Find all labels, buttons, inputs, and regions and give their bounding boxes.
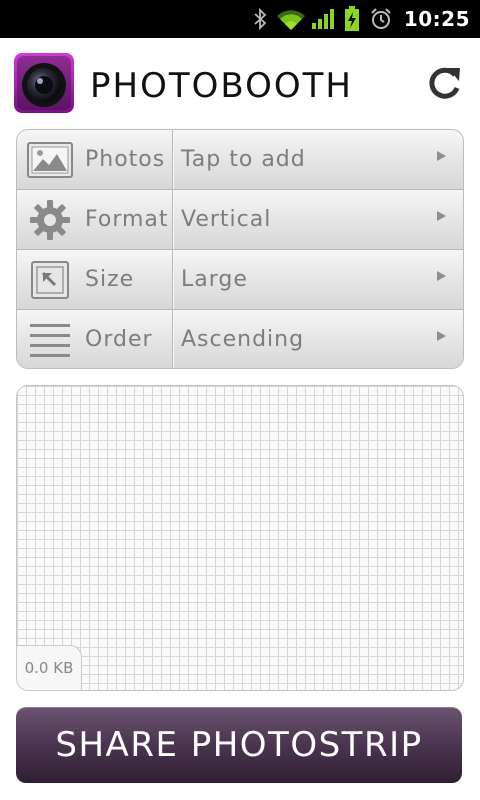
status-time: 10:25 <box>403 7 470 31</box>
photostrip-preview: 0.0 KB <box>16 385 464 691</box>
image-icon <box>27 140 73 180</box>
row-divider <box>172 190 173 249</box>
refresh-icon[interactable] <box>424 64 464 104</box>
signal-icon <box>308 0 338 38</box>
order-label: Order <box>85 327 153 352</box>
camera-lens-icon <box>14 53 74 113</box>
size-value: Large <box>181 267 248 292</box>
status-bar: 10:25 <box>0 0 480 38</box>
app-header: PHOTOBOOTH <box>0 38 480 128</box>
file-size-badge: 0.0 KB <box>17 645 82 690</box>
photos-row[interactable]: Photos Tap to add <box>17 130 463 190</box>
chevron-right-icon <box>437 271 446 281</box>
format-row[interactable]: Format Vertical <box>17 190 463 250</box>
row-divider <box>172 130 173 189</box>
format-value: Vertical <box>181 207 272 232</box>
share-photostrip-label: SHARE PHOTOSTRIP <box>55 725 423 765</box>
share-photostrip-button[interactable]: SHARE PHOTOSTRIP <box>16 707 462 783</box>
row-divider <box>172 310 173 368</box>
app-title: PHOTOBOOTH <box>90 66 353 106</box>
row-divider <box>172 250 173 309</box>
order-row[interactable]: Order Ascending <box>17 310 463 368</box>
size-row[interactable]: Size Large <box>17 250 463 310</box>
chevron-right-icon <box>437 331 446 341</box>
format-label: Format <box>85 207 169 232</box>
photos-label: Photos <box>85 147 166 172</box>
chevron-right-icon <box>437 211 446 221</box>
settings-panel: Photos Tap to add Format Vertical Size L… <box>16 129 464 369</box>
photos-value: Tap to add <box>181 147 306 172</box>
alarm-icon <box>366 0 396 38</box>
bluetooth-icon <box>246 0 274 38</box>
chevron-right-icon <box>437 151 446 161</box>
battery-charging-icon <box>338 0 366 38</box>
size-label: Size <box>85 267 135 292</box>
order-value: Ascending <box>181 327 305 352</box>
gear-icon <box>27 200 73 240</box>
list-icon <box>27 320 73 360</box>
resize-icon <box>27 260 73 300</box>
wifi-icon <box>274 0 308 38</box>
